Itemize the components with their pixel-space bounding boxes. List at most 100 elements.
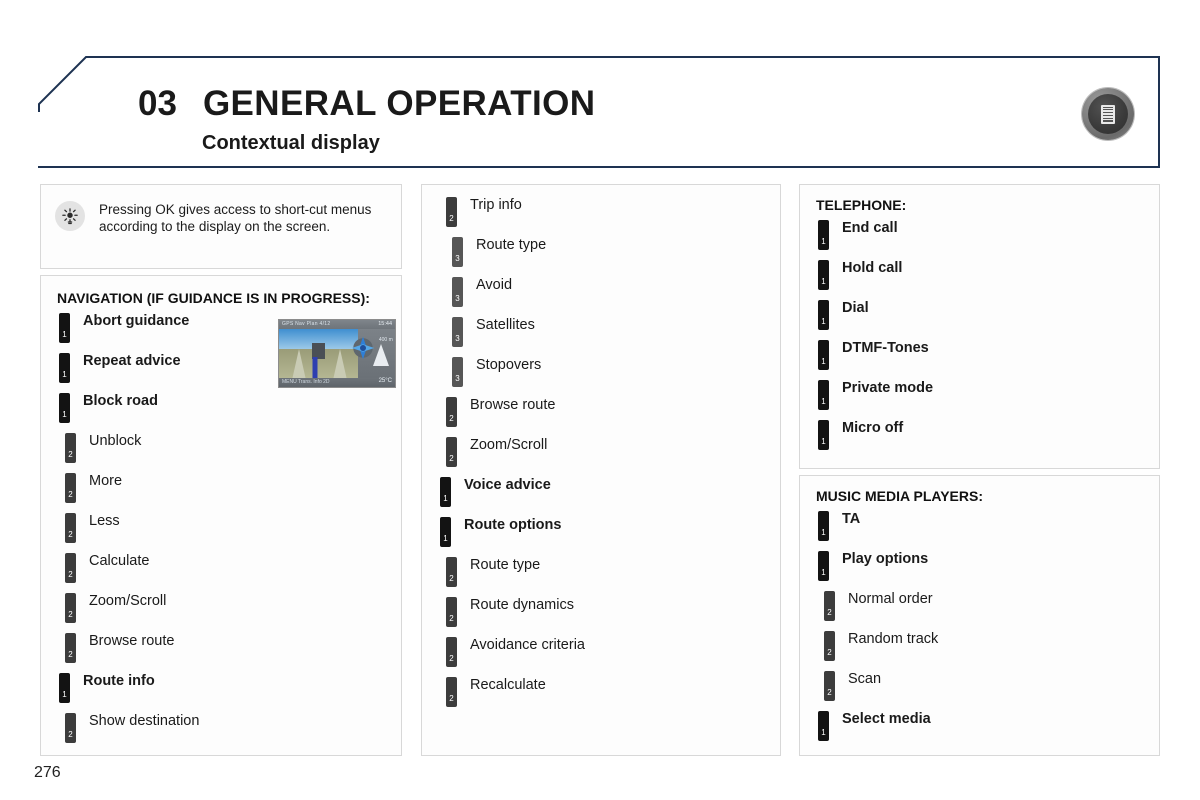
menu-item[interactable]: 1 Dial bbox=[800, 300, 1159, 340]
nav-screenshot-statusbar: GPS Nav Plan 4/12 15:44 bbox=[279, 320, 395, 329]
menu-item[interactable]: 1 TA bbox=[800, 511, 1159, 551]
menu-item-label: Recalculate bbox=[470, 677, 546, 693]
menu-item[interactable]: 2 Zoom/Scroll bbox=[422, 437, 780, 477]
menu-level-marker: 2 bbox=[446, 197, 457, 227]
menu-item[interactable]: 3 Stopovers bbox=[422, 357, 780, 397]
menu-level-number: 3 bbox=[455, 294, 460, 303]
menu-level-number: 2 bbox=[68, 490, 73, 499]
menu-level-marker: 2 bbox=[446, 677, 457, 707]
menu-item-label: TA bbox=[842, 511, 861, 527]
menu-item-label: Unblock bbox=[89, 433, 142, 449]
menu-level-marker: 2 bbox=[65, 473, 76, 503]
menu-level-number: 2 bbox=[449, 574, 454, 583]
menu-item[interactable]: 2 Browse route bbox=[41, 633, 401, 673]
navigation-continued-panel: 2 Trip info 3 Route type 3 Avoid 3 Satellites 3 S… bbox=[421, 184, 781, 756]
menu-level-marker: 2 bbox=[446, 397, 457, 427]
menu-level-marker: 1 bbox=[818, 420, 829, 450]
menu-item[interactable]: 2 Random track bbox=[800, 631, 1159, 671]
menu-item-label: Avoid bbox=[476, 277, 513, 293]
music-menu-list: 1 TA 1 Play options 2 Normal order 2 Random tra… bbox=[800, 509, 1159, 761]
menu-item[interactable]: 2 Browse route bbox=[422, 397, 780, 437]
menu-item[interactable]: 2 Less bbox=[41, 513, 401, 553]
menu-level-number: 2 bbox=[449, 694, 454, 703]
chapter-badge-button[interactable] bbox=[1082, 88, 1134, 140]
menu-item[interactable]: 2 Route dynamics bbox=[422, 597, 780, 637]
menu-item[interactable]: 2 Trip info bbox=[422, 197, 780, 237]
chapter-number: 03 bbox=[138, 84, 177, 123]
nav-road-left bbox=[291, 349, 306, 380]
menu-item[interactable]: 1 Block road bbox=[41, 393, 401, 433]
menu-level-number: 1 bbox=[821, 237, 826, 246]
menu-item[interactable]: 2 Avoidance criteria bbox=[422, 637, 780, 677]
menu-item[interactable]: 3 Route type bbox=[422, 237, 780, 277]
menu-item[interactable]: 1 Private mode bbox=[800, 380, 1159, 420]
menu-level-marker: 2 bbox=[446, 437, 457, 467]
menu-item[interactable]: 1 Play options bbox=[800, 551, 1159, 591]
menu-level-number: 2 bbox=[68, 570, 73, 579]
menu-level-number: 2 bbox=[827, 608, 832, 617]
menu-item[interactable]: 2 Normal order bbox=[800, 591, 1159, 631]
menu-level-number: 2 bbox=[68, 530, 73, 539]
menu-item[interactable]: 1 DTMF-Tones bbox=[800, 340, 1159, 380]
menu-item[interactable]: 1 Route info bbox=[41, 673, 401, 713]
menu-item-label: Dial bbox=[842, 300, 869, 316]
nav-distance-label: 400 m bbox=[378, 337, 393, 344]
menu-item[interactable]: 2 More bbox=[41, 473, 401, 513]
menu-item[interactable]: 1 Select media bbox=[800, 711, 1159, 751]
menu-item[interactable]: 2 Scan bbox=[800, 671, 1159, 711]
menu-level-marker: 1 bbox=[818, 711, 829, 741]
menu-item-label: Zoom/Scroll bbox=[89, 593, 167, 609]
menu-item[interactable]: 2 Show destination bbox=[41, 713, 401, 753]
menu-level-marker: 3 bbox=[452, 277, 463, 307]
sunburst-tip-icon bbox=[55, 201, 85, 231]
menu-level-marker: 1 bbox=[818, 511, 829, 541]
tip-panel: Pressing OK gives access to short-cut me… bbox=[40, 184, 402, 269]
menu-level-marker: 1 bbox=[818, 380, 829, 410]
menu-item[interactable]: 1 Hold call bbox=[800, 260, 1159, 300]
menu-level-marker: 2 bbox=[65, 593, 76, 623]
menu-item[interactable]: 1 Route options bbox=[422, 517, 780, 557]
menu-level-marker: 2 bbox=[65, 633, 76, 663]
menu-item-label: Play options bbox=[842, 551, 929, 567]
document-list-icon bbox=[1088, 94, 1128, 134]
menu-item[interactable]: 1 Voice advice bbox=[422, 477, 780, 517]
menu-item-label: Satellites bbox=[476, 317, 535, 333]
menu-item-label: Less bbox=[89, 513, 120, 529]
menu-level-number: 2 bbox=[827, 688, 832, 697]
menu-item[interactable]: 3 Satellites bbox=[422, 317, 780, 357]
menu-item[interactable]: 3 Avoid bbox=[422, 277, 780, 317]
menu-item-label: More bbox=[89, 473, 123, 489]
menu-item[interactable]: 2 Route type bbox=[422, 557, 780, 597]
menu-item[interactable]: 1 End call bbox=[800, 220, 1159, 260]
menu-level-marker: 3 bbox=[452, 237, 463, 267]
menu-item-label: Repeat advice bbox=[83, 353, 181, 369]
menu-level-number: 1 bbox=[821, 277, 826, 286]
menu-item[interactable]: 2 Zoom/Scroll bbox=[41, 593, 401, 633]
menu-item-label: Normal order bbox=[848, 591, 933, 607]
menu-level-number: 1 bbox=[62, 410, 67, 419]
menu-item-label: Hold call bbox=[842, 260, 903, 276]
menu-item-label: Random track bbox=[848, 631, 939, 647]
music-section-heading: MUSIC MEDIA PLAYERS: bbox=[816, 488, 983, 504]
nav-status-left: GPS Nav Plan 4/12 bbox=[282, 321, 331, 327]
menu-level-number: 1 bbox=[821, 437, 826, 446]
nav-screenshot-side-panel: 400 m bbox=[351, 329, 395, 380]
menu-item-label: Route type bbox=[476, 237, 547, 253]
menu-item-label: Micro off bbox=[842, 420, 904, 436]
telephone-menu-list: 1 End call 1 Hold call 1 Dial 1 DTMF-Tones 1 Priv… bbox=[800, 218, 1159, 470]
menu-level-marker: 2 bbox=[446, 597, 457, 627]
menu-item[interactable]: 1 Micro off bbox=[800, 420, 1159, 460]
menu-level-number: 1 bbox=[821, 528, 826, 537]
menu-item-label: Stopovers bbox=[476, 357, 542, 373]
menu-item[interactable]: 2 Unblock bbox=[41, 433, 401, 473]
nav-status-right: 15:44 bbox=[378, 321, 392, 327]
menu-level-number: 1 bbox=[821, 728, 826, 737]
menu-item[interactable]: 2 Recalculate bbox=[422, 677, 780, 717]
menu-level-marker: 3 bbox=[452, 317, 463, 347]
telephone-section-heading: TELEPHONE: bbox=[816, 197, 907, 213]
menu-item-label: End call bbox=[842, 220, 898, 236]
menu-level-marker: 1 bbox=[818, 551, 829, 581]
menu-level-marker: 1 bbox=[818, 340, 829, 370]
chapter-title-line: 03 GENERAL OPERATION bbox=[138, 84, 1138, 124]
menu-item[interactable]: 2 Calculate bbox=[41, 553, 401, 593]
